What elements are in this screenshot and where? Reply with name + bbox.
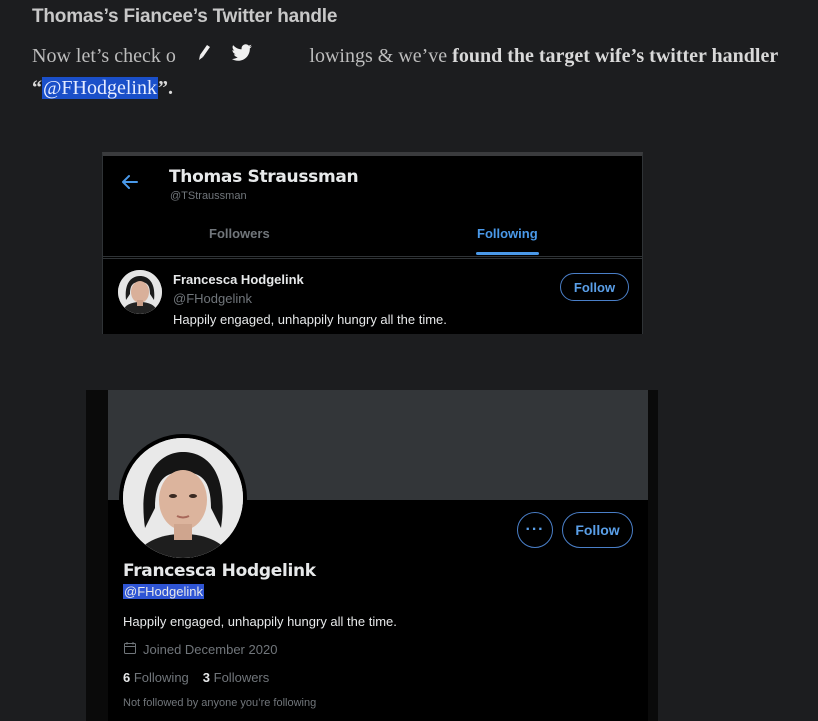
more-options-button[interactable]: ··· bbox=[517, 512, 553, 548]
profile-avatar[interactable] bbox=[119, 434, 247, 562]
para-end: ”. bbox=[157, 77, 173, 99]
calendar-icon bbox=[123, 641, 137, 658]
side-panel-right bbox=[648, 390, 658, 721]
joined-text: Joined December 2020 bbox=[143, 642, 278, 657]
tab-followers[interactable]: Followers bbox=[209, 226, 270, 241]
user-bio: Happily engaged, unhappily hungry all th… bbox=[173, 312, 447, 327]
active-tab-indicator bbox=[476, 252, 539, 255]
tab-bar: Followers Following bbox=[103, 210, 642, 257]
follow-button[interactable]: Follow bbox=[560, 273, 629, 301]
profile-bio: Happily engaged, unhappily hungry all th… bbox=[123, 614, 397, 629]
profile-handle: @TStraussman bbox=[170, 190, 247, 202]
not-followed-note: Not followed by anyone you’re following bbox=[123, 697, 317, 709]
para-text-1: Now let’s check o bbox=[32, 45, 176, 67]
para-text-2: ollowings & we’ve bbox=[293, 45, 453, 67]
joined-date: Joined December 2020 bbox=[123, 641, 277, 658]
followers-count-link[interactable]: 3 Followers bbox=[203, 670, 269, 685]
article-heading: Thomas’s Fiancee’s Twitter handle bbox=[32, 6, 338, 27]
tab-following[interactable]: Following bbox=[477, 226, 538, 241]
side-panel-left bbox=[86, 390, 108, 721]
user-handle: @FHodgelink bbox=[173, 291, 252, 306]
profile-name: Francesca Hodgelink bbox=[123, 561, 316, 581]
fhodgelink-link[interactable]: @FHodgelink bbox=[42, 77, 158, 99]
profile-card: ··· Follow Francesca Hodgelink @FHodgeli… bbox=[86, 390, 658, 721]
following-count-link[interactable]: 6 Following bbox=[123, 670, 189, 685]
pen-icon[interactable] bbox=[197, 44, 211, 62]
follow-button[interactable]: Follow bbox=[562, 512, 633, 548]
profile-name: Thomas Straussman bbox=[169, 167, 359, 187]
twitter-bird-icon[interactable] bbox=[231, 44, 253, 62]
profile-header: Thomas Straussman @TStraussman bbox=[103, 156, 642, 208]
user-name[interactable]: Francesca Hodgelink bbox=[173, 272, 304, 287]
profile-handle: @FHodgelink bbox=[123, 584, 204, 599]
follow-stats: 6 Following 3 Followers bbox=[123, 670, 269, 685]
avatar[interactable] bbox=[118, 270, 162, 314]
following-list-card: Thomas Straussman @TStraussman Followers… bbox=[102, 152, 643, 334]
back-arrow-icon[interactable] bbox=[121, 174, 139, 195]
highlight-share-toolbar bbox=[185, 38, 309, 68]
list-item[interactable]: Francesca Hodgelink @FHodgelink Happily … bbox=[103, 258, 642, 337]
article-paragraph: Now let’s check o ollowings & we’ve found… bbox=[32, 40, 792, 104]
